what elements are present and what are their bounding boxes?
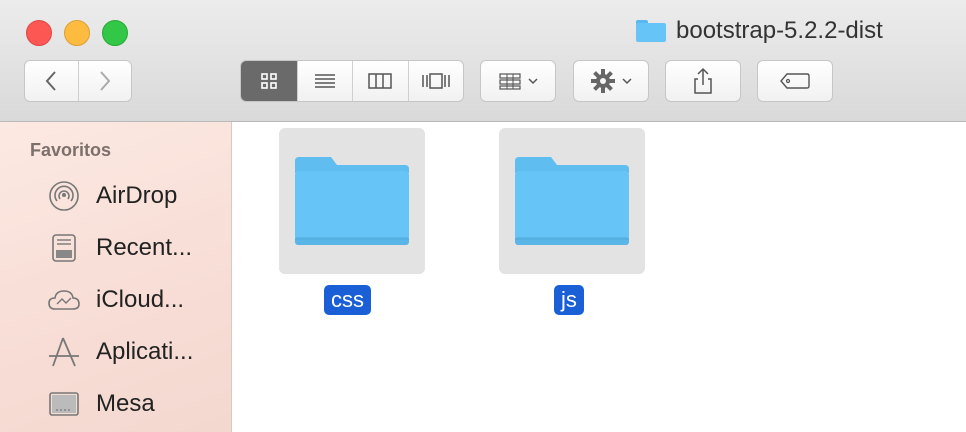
tag-button[interactable] (757, 60, 833, 102)
file-browser: css js (233, 122, 966, 432)
chevron-left-icon (46, 71, 57, 91)
navigation-buttons (24, 60, 132, 102)
sidebar-heading: Favoritos (30, 140, 112, 160)
folder-icon (636, 20, 666, 42)
minimize-window-button[interactable] (64, 20, 90, 46)
gallery-view-icon (422, 73, 450, 89)
chevron-down-icon (622, 78, 632, 85)
action-button[interactable] (573, 60, 649, 102)
window-title: bootstrap-5.2.2-dist (636, 14, 883, 48)
gear-icon (591, 69, 615, 93)
icon-view-icon (260, 73, 277, 89)
tag-icon (780, 73, 810, 89)
chevron-down-icon (528, 78, 538, 85)
applications-icon (46, 334, 82, 370)
icon-view-button[interactable] (241, 61, 297, 101)
desktop-icon (46, 386, 82, 422)
chevron-right-icon (100, 71, 111, 91)
folder-icon (295, 157, 409, 245)
arrange-grid-icon (499, 73, 521, 90)
column-view-icon (368, 73, 392, 89)
folder-name-js[interactable]: js (554, 285, 584, 315)
sidebar-item-label: Recent... (96, 234, 193, 261)
folder-icon (515, 157, 629, 245)
window-toolbar: bootstrap-5.2.2-dist (0, 0, 966, 122)
list-view-button[interactable] (296, 61, 353, 101)
recents-icon (46, 230, 82, 266)
close-window-button[interactable] (26, 20, 52, 46)
folder-item-css[interactable] (279, 128, 425, 274)
share-icon (694, 67, 712, 94)
sidebar-item-label: Mesa (96, 390, 155, 417)
sidebar-item-recents[interactable]: Recent... (46, 230, 192, 266)
back-button[interactable] (25, 61, 78, 101)
window-title-text: bootstrap-5.2.2-dist (676, 17, 883, 44)
sidebar: Favoritos AirDrop Recent... iCloud... Ap… (0, 122, 232, 432)
folder-item-js[interactable] (499, 128, 645, 274)
folder-name-css[interactable]: css (324, 285, 371, 315)
forward-button[interactable] (77, 61, 131, 101)
icloud-icon (46, 282, 82, 318)
column-view-button[interactable] (352, 61, 408, 101)
view-mode-selector (240, 60, 464, 102)
zoom-window-button[interactable] (102, 20, 128, 46)
arrange-button[interactable] (480, 60, 556, 102)
sidebar-item-desktop[interactable]: Mesa (46, 386, 155, 422)
sidebar-item-airdrop[interactable]: AirDrop (46, 178, 177, 214)
sidebar-item-label: iCloud... (96, 286, 185, 313)
sidebar-item-icloud[interactable]: iCloud... (46, 282, 184, 318)
airdrop-icon (46, 178, 82, 214)
gallery-view-button[interactable] (407, 61, 464, 101)
share-button[interactable] (665, 60, 741, 102)
sidebar-item-label: AirDrop (96, 182, 178, 209)
sidebar-item-applications[interactable]: Aplicati... (46, 334, 193, 370)
sidebar-item-label: Aplicati... (96, 338, 194, 365)
list-view-icon (314, 74, 335, 88)
